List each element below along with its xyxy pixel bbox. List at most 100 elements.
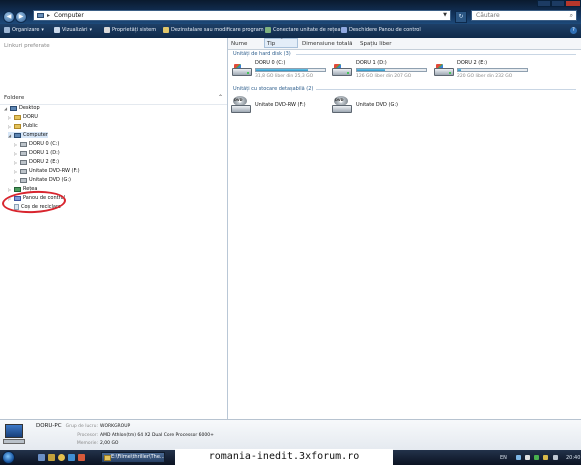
memory-value: 2,00 GO	[100, 441, 119, 446]
refresh-button[interactable]: ↻	[455, 11, 467, 23]
tray-icon-3[interactable]	[534, 455, 539, 460]
chevron-down-icon[interactable]: ▼	[443, 12, 447, 18]
tree-item-computer[interactable]: ◢ Computer	[8, 132, 48, 138]
chevron-down-icon: ▾	[89, 27, 92, 33]
expand-arrow-icon[interactable]: ▷	[8, 115, 12, 120]
tree-label: Desktop	[19, 105, 40, 111]
tree-item-doru[interactable]: ▷ DORU	[8, 114, 38, 120]
expand-arrow-icon[interactable]: ▷	[14, 178, 18, 183]
organize-icon	[4, 27, 10, 33]
capacity-bar	[356, 68, 427, 72]
content-pane: Nume Tip ⌃ Dimensiune totală Spațiu libe…	[228, 37, 581, 419]
expand-arrow-icon[interactable]: ▷	[14, 169, 18, 174]
expand-arrow-icon[interactable]: ◢	[8, 133, 12, 138]
favorite-links-header[interactable]: Linkuri preferate	[4, 43, 50, 49]
system-tray: EN 20:40	[478, 451, 581, 464]
folder-icon	[104, 455, 111, 461]
views-button[interactable]: Vizualizări ▾	[54, 27, 92, 33]
hard-drive-icon	[20, 159, 27, 165]
folder-icon	[14, 123, 21, 129]
free-space-text: 220 GO liber din 232 GO	[457, 74, 513, 79]
column-name[interactable]: Nume	[231, 41, 247, 47]
tree-item-desktop[interactable]: ◢ Desktop	[4, 105, 40, 111]
computer-icon	[14, 132, 21, 138]
column-type[interactable]: Tip	[267, 41, 275, 47]
tree-label: Public	[23, 123, 38, 129]
expand-arrow-icon[interactable]: ◢	[4, 106, 8, 111]
expand-arrow-icon[interactable]: ▷	[14, 151, 18, 156]
properties-icon	[104, 27, 110, 33]
group-hard-disks[interactable]: Unități de hard disk (3)	[233, 51, 291, 57]
map-network-drive-button[interactable]: Conectare unitate de rețea	[265, 27, 341, 33]
organize-button[interactable]: Organizare ▾	[4, 27, 44, 33]
start-button[interactable]	[2, 451, 15, 464]
tree-item-dvdrw[interactable]: ▷ Unitate DVD-RW (F:)	[14, 168, 80, 174]
expand-arrow-icon[interactable]: ▷	[8, 124, 12, 129]
system-properties-button[interactable]: Proprietăți sistem	[104, 27, 156, 33]
maximize-button[interactable]	[551, 0, 565, 7]
navigation-pane: Linkuri preferate Foldere ⌃ ◢ Desktop ▷ …	[0, 38, 228, 419]
tray-icon-4[interactable]	[543, 455, 548, 460]
details-pane: DORU-PC Grup de lucru: WORKGROUP Proceso…	[0, 419, 581, 451]
open-control-panel-label: Deschidere Panou de control	[349, 27, 421, 33]
clock[interactable]: 20:40	[566, 455, 580, 461]
language-indicator[interactable]: EN	[500, 455, 507, 461]
views-label: Vizualizări	[62, 27, 88, 33]
quicklaunch-icon-2[interactable]	[48, 454, 55, 461]
dvd-drive-icon: DVD	[231, 96, 251, 114]
desktop-icon	[10, 105, 17, 111]
open-control-panel-button[interactable]: Deschidere Panou de control	[341, 27, 421, 33]
group-removable-storage[interactable]: Unități cu stocare detașabilă (2)	[233, 86, 313, 92]
tray-icon-1[interactable]	[516, 455, 521, 460]
uninstall-program-button[interactable]: Dezinstalare sau modificare program	[163, 27, 264, 33]
breadcrumb-computer[interactable]: Computer	[54, 12, 84, 19]
speaker-icon[interactable]	[553, 455, 558, 460]
tree-item-public[interactable]: ▷ Public	[8, 123, 38, 129]
column-free-space[interactable]: Spațiu liber	[360, 41, 391, 47]
forward-button[interactable]: ▶	[15, 11, 27, 23]
capacity-bar	[255, 68, 326, 72]
breadcrumb-separator-icon[interactable]: ▸	[47, 12, 50, 19]
chevron-up-icon[interactable]: ⌃	[218, 94, 223, 101]
drive-name: DORU 2 (E:)	[457, 60, 488, 66]
quicklaunch-icon-1[interactable]	[38, 454, 45, 461]
search-icon[interactable]: ⌕	[570, 12, 573, 20]
uninstall-program-label: Dezinstalare sau modificare program	[171, 27, 264, 33]
map-network-drive-label: Conectare unitate de rețea	[273, 27, 341, 33]
minimize-button[interactable]	[537, 0, 551, 7]
search-box[interactable]: ⌕	[471, 10, 577, 21]
expand-arrow-icon[interactable]: ▷	[8, 187, 12, 192]
close-button[interactable]	[565, 0, 581, 7]
free-space-text: 126 GO liber din 207 GO	[356, 74, 412, 79]
dvd-drive-icon: DVD	[332, 96, 352, 114]
taskbar-button-label: E:\Filme\thriller\The...	[111, 454, 165, 460]
back-button[interactable]: ◀	[3, 11, 15, 23]
address-bar[interactable]: ▸ Computer ▼	[33, 10, 451, 21]
help-icon[interactable]: ?	[570, 27, 577, 34]
drive-name: Unitate DVD-RW (F:)	[255, 102, 306, 108]
quicklaunch-icon-5[interactable]	[78, 454, 85, 461]
search-input[interactable]	[472, 11, 566, 19]
drive-name: DORU 1 (D:)	[356, 60, 387, 66]
tray-icon-2[interactable]	[525, 455, 530, 460]
dvd-drive-icon	[20, 168, 27, 174]
column-total-size[interactable]: Dimensiune totală	[302, 41, 352, 47]
memory-label: Memorie:	[76, 441, 98, 446]
tree-label: DORU 1 (D:)	[29, 150, 60, 156]
expand-arrow-icon[interactable]: ▷	[14, 160, 18, 165]
tree-item-drive-c[interactable]: ▷ DORU 0 (C:)	[14, 141, 59, 147]
organize-label: Organizare	[12, 27, 40, 33]
group-divider	[296, 54, 576, 55]
folders-header[interactable]: Foldere ⌃	[0, 93, 227, 105]
quicklaunch-icon-4[interactable]	[68, 454, 75, 461]
tree-item-dvd[interactable]: ▷ Unitate DVD (G:)	[14, 177, 71, 183]
network-drive-icon	[265, 27, 271, 33]
capacity-bar	[457, 68, 528, 72]
title-bar: ◀ ▶ ▸ Computer ▼ ↻ ⌕	[0, 0, 581, 24]
tree-item-drive-e[interactable]: ▷ DORU 2 (E:)	[14, 159, 59, 165]
quicklaunch-icon-3[interactable]	[58, 454, 65, 461]
expand-arrow-icon[interactable]: ▷	[14, 142, 18, 147]
tree-item-drive-d[interactable]: ▷ DORU 1 (D:)	[14, 150, 60, 156]
taskbar-button-explorer[interactable]: E:\Filme\thriller\The...	[101, 452, 165, 463]
hard-drive-icon	[20, 141, 27, 147]
